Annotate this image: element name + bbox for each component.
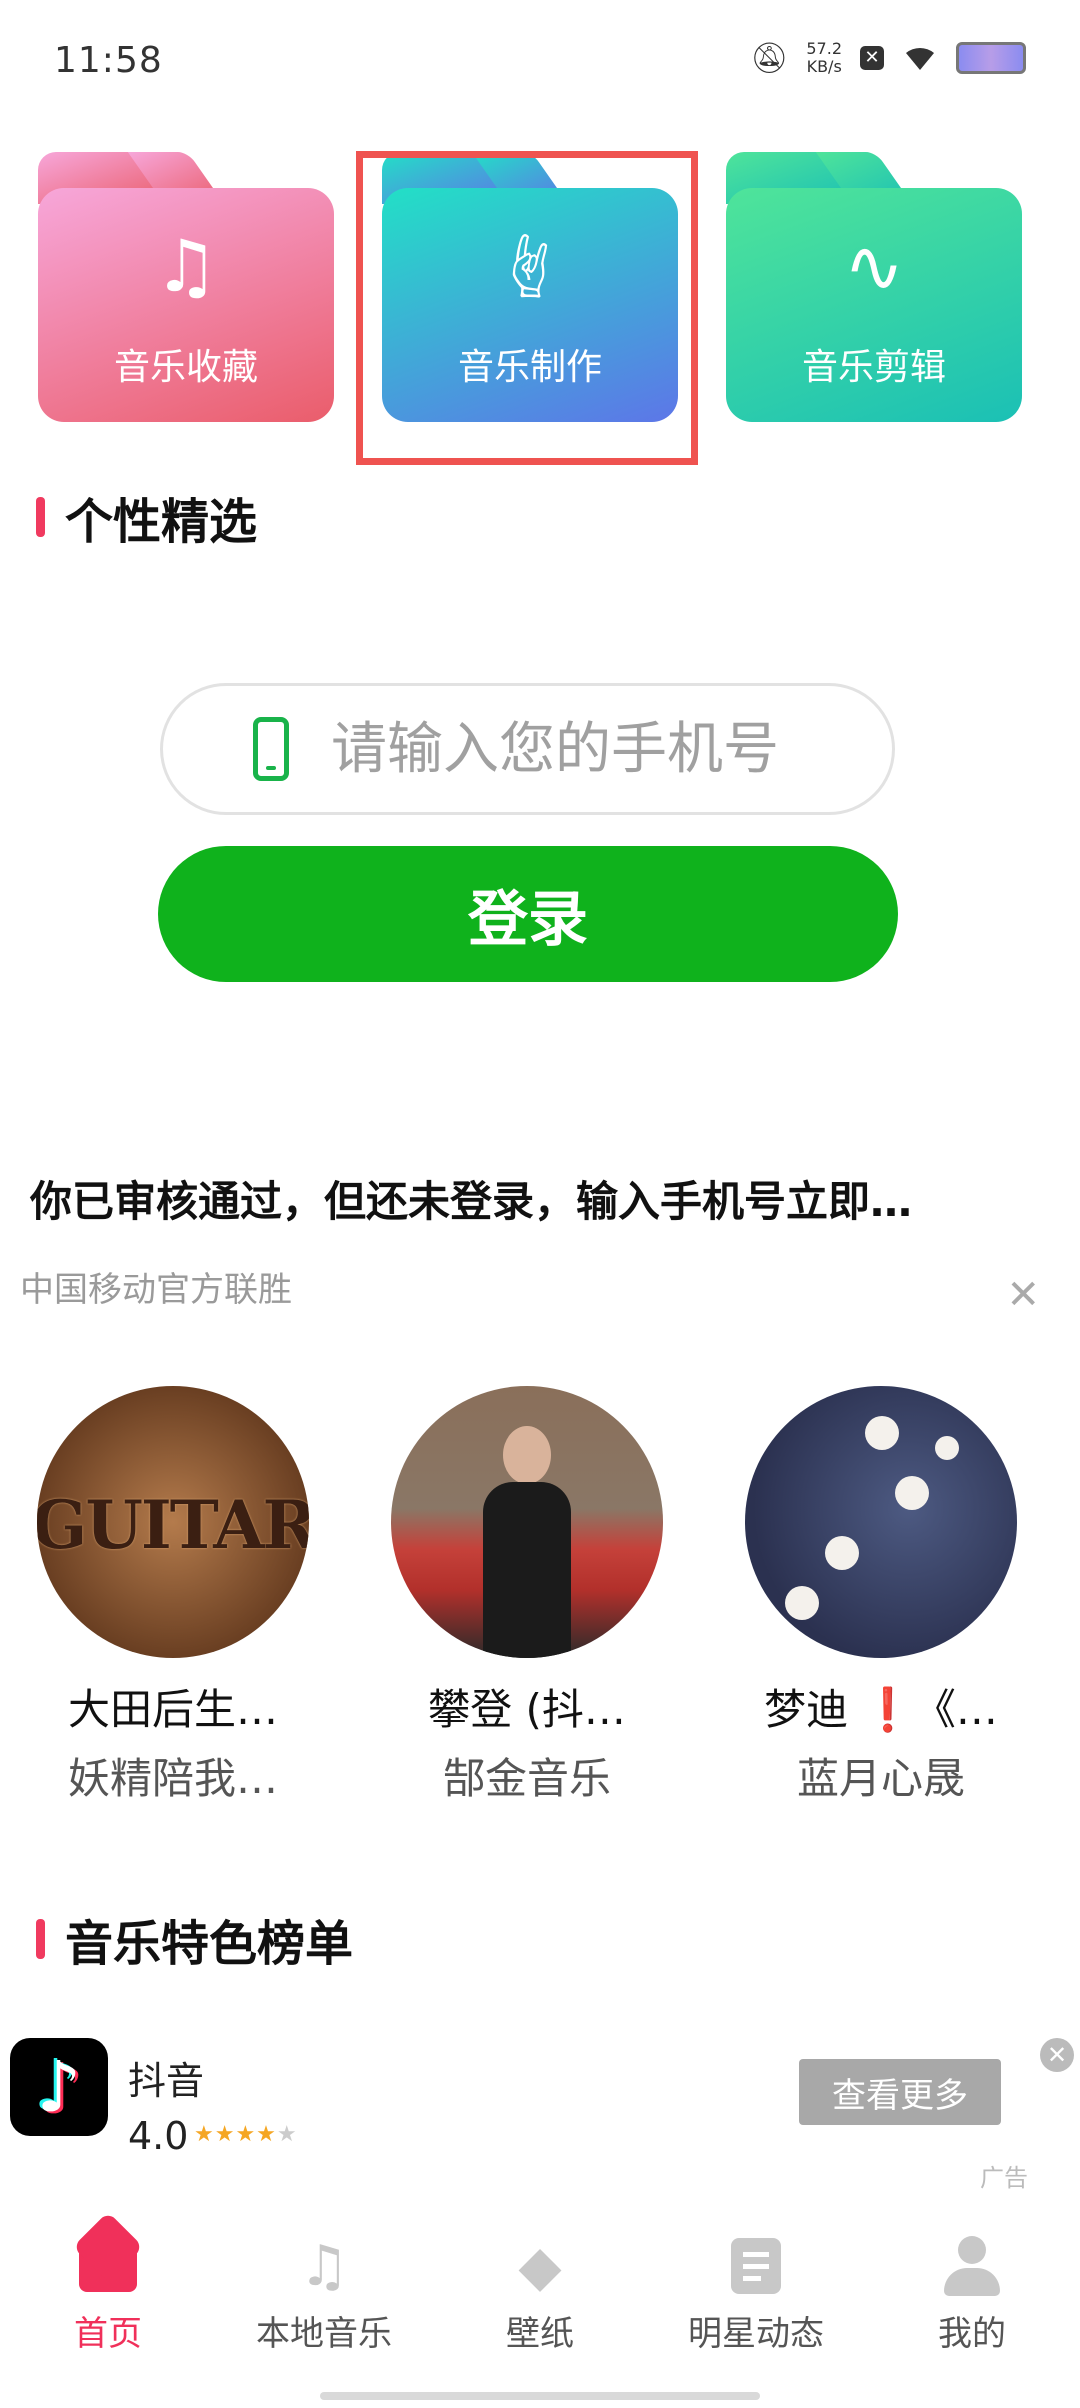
folder-music-editing[interactable]: ∿ 音乐剪辑	[726, 152, 1022, 422]
wifi-icon	[906, 47, 934, 70]
phone-input-container[interactable]	[160, 683, 895, 815]
home-icon	[78, 2236, 138, 2296]
ad-source: 中国移动官方联胜	[20, 1270, 292, 1310]
status-icons: 🔕︎ 57.2 KB/s ✕	[750, 40, 1026, 76]
nav-item-profile[interactable]: 我的	[864, 2230, 1080, 2360]
recommendation-subtitle: 蓝月心晟	[796, 1754, 965, 1803]
rating-stars-icon: ★★★★★	[194, 2122, 298, 2147]
status-time: 11:58	[54, 40, 163, 81]
ad-close-icon[interactable]: ✕	[1040, 2038, 1074, 2072]
bottom-nav: 首页 ♫ 本地音乐 ◆ 壁纸 明星动态 我的	[0, 2230, 1080, 2360]
battery-icon	[956, 42, 1026, 74]
notification-x-icon: ✕	[860, 46, 884, 70]
profile-icon	[942, 2236, 1002, 2296]
section-marker	[36, 1919, 45, 1959]
folder-music-favorites[interactable]: ♫ 音乐收藏	[38, 152, 334, 422]
music-note-icon: ♫	[298, 2233, 350, 2299]
recommendation-subtitle: 郜金音乐	[442, 1754, 611, 1803]
recommendation-item[interactable]: 攀登 (抖… 郜金音乐	[382, 1386, 672, 1806]
mute-icon: 🔕︎	[750, 40, 789, 76]
selection-highlight	[356, 151, 698, 465]
tiktok-app-icon: ♪	[10, 2038, 108, 2136]
recommendation-subtitle: 妖精陪我…	[67, 1754, 278, 1803]
ad-rating: 4.0	[128, 2114, 189, 2158]
phone-icon	[253, 717, 289, 781]
nav-item-celebrity-news[interactable]: 明星动态	[648, 2230, 864, 2360]
folder-label: 音乐剪辑	[801, 347, 946, 388]
login-notice[interactable]: 你已审核通过，但还未登录，输入手机号立即…	[30, 1168, 912, 1229]
folder-label: 音乐收藏	[113, 347, 258, 388]
recommendation-item[interactable]: GUITAR 大田后生… 妖精陪我…	[28, 1386, 318, 1806]
ad-tag: 广告	[980, 2164, 1028, 2192]
ad-banner[interactable]: ♪ 抖音 4.0 ★★★★★ 查看更多 ✕ 广告	[0, 2016, 1080, 2192]
view-more-button[interactable]: 查看更多	[799, 2059, 1001, 2125]
audio-wave-icon: ∿	[843, 224, 905, 308]
recommendation-title: 大田后生…	[67, 1685, 278, 1734]
recommendation-title: 梦迪 ❗《…	[764, 1685, 998, 1734]
cover-image	[391, 1386, 663, 1658]
ad-app-name: 抖音	[128, 2059, 205, 2103]
recommendation-title: 攀登 (抖…	[428, 1685, 626, 1734]
login-button[interactable]: 登录	[158, 846, 898, 982]
section-title-charts: 音乐特色榜单	[36, 1904, 353, 1974]
cover-image: GUITAR	[37, 1386, 309, 1658]
phone-input[interactable]	[329, 715, 873, 783]
news-icon	[726, 2236, 786, 2296]
close-icon[interactable]: ✕	[1006, 1272, 1040, 1318]
recommendation-item[interactable]: 梦迪 ❗《… 蓝月心晟	[736, 1386, 1026, 1806]
wallpaper-icon: ◆	[518, 2233, 562, 2299]
nav-item-wallpaper[interactable]: ◆ 壁纸	[432, 2230, 648, 2360]
section-title-featured: 个性精选	[36, 482, 257, 552]
network-speed: 57.2 KB/s	[806, 39, 842, 76]
nav-item-local-music[interactable]: ♫ 本地音乐	[216, 2230, 432, 2360]
nav-item-home[interactable]: 首页	[0, 2230, 216, 2360]
music-note-icon: ♫	[153, 224, 219, 308]
section-marker	[36, 497, 45, 537]
cover-image	[745, 1386, 1017, 1658]
gesture-bar[interactable]	[320, 2392, 760, 2400]
